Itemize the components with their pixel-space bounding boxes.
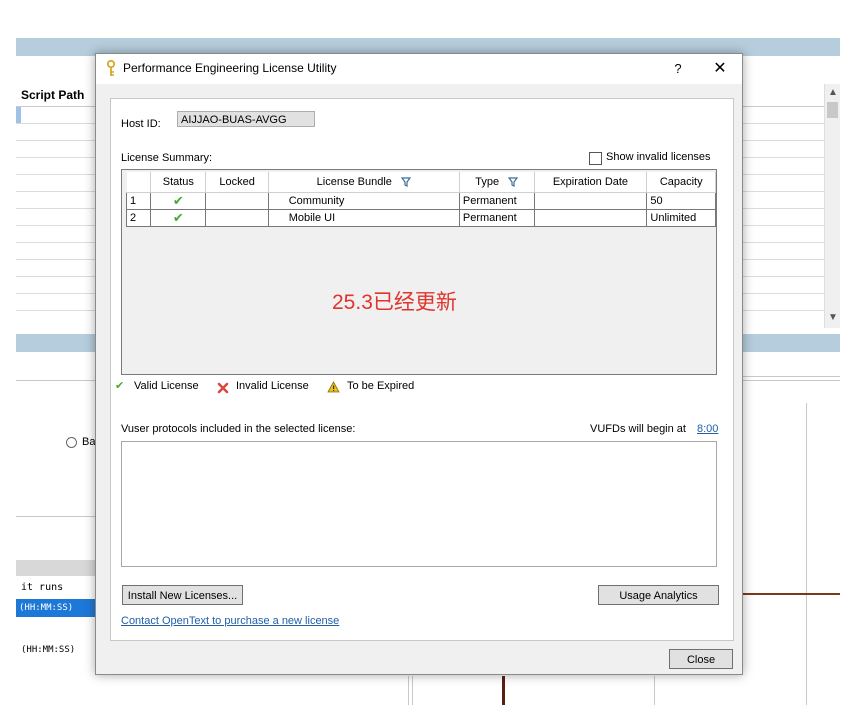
protocols-list[interactable] xyxy=(121,441,717,567)
row-number: 2 xyxy=(125,209,152,227)
capacity-cell: 50 xyxy=(646,192,716,210)
background-time-format-selected[interactable]: (HH:MM:SS) xyxy=(16,599,100,617)
expiration-cell xyxy=(533,209,648,227)
background-vertical-scrollbar[interactable]: ▲ ▼ xyxy=(824,84,840,328)
status-cell: ✔ xyxy=(150,192,207,210)
host-id-label: Host ID: xyxy=(121,118,161,130)
table-row[interactable]: 1 ✔ Community Permanent 50 xyxy=(125,192,716,210)
background-selected-row[interactable] xyxy=(16,107,21,123)
install-licenses-button[interactable]: Install New Licenses... xyxy=(122,585,243,605)
protocols-label: Vuser protocols included in the selected… xyxy=(121,423,356,435)
column-header-expiration-date[interactable]: Expiration Date xyxy=(534,172,648,193)
column-header-capacity[interactable]: Capacity xyxy=(646,172,716,193)
background-radio[interactable] xyxy=(66,437,77,448)
show-invalid-label[interactable]: Show invalid licenses xyxy=(606,151,711,163)
background-time-format[interactable]: (HH:MM:SS) xyxy=(21,645,75,655)
valid-license-icon: ✔ xyxy=(115,380,125,392)
column-header-type[interactable]: Type xyxy=(459,172,535,193)
update-overlay-text: 25.3已经更新 xyxy=(332,291,457,314)
background-runs-label: it runs xyxy=(21,582,64,593)
license-grid: Status Locked License Bundle Type Expira… xyxy=(125,172,716,227)
warning-icon xyxy=(327,381,340,393)
legend-invalid-label: Invalid License xyxy=(236,380,309,392)
valid-check-icon: ✔ xyxy=(172,193,184,208)
table-row[interactable]: 2 ✔ Mobile UI Permanent Unlimited xyxy=(125,209,716,227)
key-icon xyxy=(107,60,115,76)
type-header-label: Type xyxy=(475,176,500,188)
host-id-field[interactable]: AIJJAO-BUAS-AVGG xyxy=(177,111,315,127)
dialog-content-panel: Host ID: AIJJAO-BUAS-AVGG License Summar… xyxy=(110,98,734,641)
filter-icon[interactable] xyxy=(508,177,519,188)
column-header-license-bundle[interactable]: License Bundle xyxy=(268,172,460,193)
status-cell: ✔ xyxy=(150,209,207,227)
bundle-cell: Mobile UI xyxy=(267,209,460,227)
vufds-time-link[interactable]: 8:00 xyxy=(697,423,718,435)
bundle-cell: Community xyxy=(267,192,460,210)
legend-expiring-label: To be Expired xyxy=(347,380,415,392)
contact-opentext-link[interactable]: Contact OpenText to purchase a new licen… xyxy=(121,615,339,627)
license-summary-label: License Summary: xyxy=(121,152,213,164)
dialog-titlebar[interactable]: Performance Engineering License Utility … xyxy=(96,54,742,84)
license-table-header: Status Locked License Bundle Type Expira… xyxy=(126,172,716,193)
show-invalid-checkbox[interactable] xyxy=(589,152,602,165)
column-header-number[interactable] xyxy=(126,172,152,193)
dialog-title: Performance Engineering License Utility xyxy=(123,61,337,75)
legend-valid-label: Valid License xyxy=(134,380,199,392)
script-path-header: Script Path xyxy=(21,88,85,102)
vufds-label: VUFDs will begin at xyxy=(590,423,686,435)
invalid-license-icon xyxy=(217,382,229,394)
scroll-down-icon[interactable]: ▼ xyxy=(828,312,838,323)
scroll-up-icon[interactable]: ▲ xyxy=(828,87,838,98)
scroll-thumb[interactable] xyxy=(827,102,838,118)
background-chart-line xyxy=(742,593,840,595)
valid-check-icon: ✔ xyxy=(172,210,184,225)
row-number: 1 xyxy=(125,192,152,210)
license-table: Status Locked License Bundle Type Expira… xyxy=(121,169,717,375)
type-cell: Permanent xyxy=(458,209,535,227)
help-button[interactable]: ? xyxy=(664,56,692,82)
background-radio-label: Ba xyxy=(82,436,96,448)
capacity-cell: Unlimited xyxy=(646,209,716,227)
license-bundle-header-label: License Bundle xyxy=(316,176,392,188)
expiration-cell xyxy=(533,192,648,210)
type-cell: Permanent xyxy=(458,192,535,210)
column-header-locked[interactable]: Locked xyxy=(205,172,269,193)
close-icon[interactable]: ✕ xyxy=(704,56,736,82)
usage-analytics-button[interactable]: Usage Analytics xyxy=(598,585,719,605)
locked-cell xyxy=(205,192,269,210)
background-chart-bar xyxy=(502,676,505,705)
locked-cell xyxy=(205,209,269,227)
filter-icon[interactable] xyxy=(400,177,411,188)
column-header-status[interactable]: Status xyxy=(150,172,207,193)
background-section-header xyxy=(16,560,96,576)
close-button[interactable]: Close xyxy=(669,649,733,669)
license-utility-dialog: Performance Engineering License Utility … xyxy=(95,53,743,675)
